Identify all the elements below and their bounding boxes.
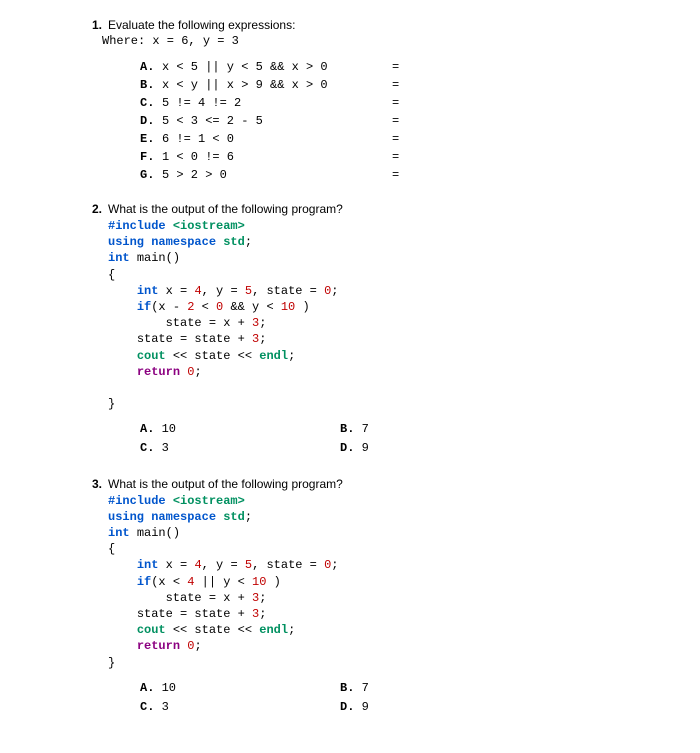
q1-b-eq: = xyxy=(392,76,404,94)
q3-code: #include <iostream> using namespace std;… xyxy=(108,493,660,671)
q3-option-d: D. 9 xyxy=(340,698,540,717)
q3-text: What is the output of the following prog… xyxy=(108,477,660,491)
q1-item-g: G. 5 > 2 > 0 = xyxy=(140,166,660,184)
q1-g-eq: = xyxy=(392,166,404,184)
q1-f-eq: = xyxy=(392,148,404,166)
q1-e-eq: = xyxy=(392,130,404,148)
q1-a-expr: x < 5 || y < 5 && x > 0 xyxy=(162,58,392,76)
question-1: 1. Evaluate the following expressions: W… xyxy=(80,18,660,184)
q2-number: 2. xyxy=(80,202,108,216)
q2-code: #include <iostream> using namespace std;… xyxy=(108,218,660,412)
q1-b-label: B. xyxy=(140,76,162,94)
q2-option-c: C. 3 xyxy=(140,439,340,458)
q1-item-c: C. 5 != 4 != 2 = xyxy=(140,94,660,112)
q1-item-a: A. x < 5 || y < 5 && x > 0 = xyxy=(140,58,660,76)
q1-c-label: C. xyxy=(140,94,162,112)
q1-a-eq: = xyxy=(392,58,404,76)
q1-item-f: F. 1 < 0 != 6 = xyxy=(140,148,660,166)
q1-where: Where: x = 6, y = 3 xyxy=(102,34,660,48)
question-2: 2. What is the output of the following p… xyxy=(80,202,660,459)
q2-options: A. 10 B. 7 C. 3 D. 9 xyxy=(140,420,660,458)
q3-option-a: A. 10 xyxy=(140,679,340,698)
q1-c-eq: = xyxy=(392,94,404,112)
q1-item-b: B. x < y || x > 9 && x > 0 = xyxy=(140,76,660,94)
q2-text: What is the output of the following prog… xyxy=(108,202,660,216)
question-3: 3. What is the output of the following p… xyxy=(80,477,660,717)
q1-b-expr: x < y || x > 9 && x > 0 xyxy=(162,76,392,94)
q2-heading: 2. What is the output of the following p… xyxy=(80,202,660,216)
q1-item-e: E. 6 != 1 < 0 = xyxy=(140,130,660,148)
q3-number: 3. xyxy=(80,477,108,491)
q1-number: 1. xyxy=(80,18,108,32)
q3-options-row1: A. 10 B. 7 xyxy=(140,679,660,698)
q3-options-row2: C. 3 D. 9 xyxy=(140,698,660,717)
q1-f-expr: 1 < 0 != 6 xyxy=(162,148,392,166)
q1-item-d: D. 5 < 3 <= 2 - 5 = xyxy=(140,112,660,130)
q3-option-c: C. 3 xyxy=(140,698,340,717)
q1-d-label: D. xyxy=(140,112,162,130)
q2-option-d: D. 9 xyxy=(340,439,540,458)
q2-options-row1: A. 10 B. 7 xyxy=(140,420,660,439)
q1-f-label: F. xyxy=(140,148,162,166)
q2-option-a: A. 10 xyxy=(140,420,340,439)
page: 1. Evaluate the following expressions: W… xyxy=(0,0,700,753)
q1-g-expr: 5 > 2 > 0 xyxy=(162,166,392,184)
q1-e-expr: 6 != 1 < 0 xyxy=(162,130,392,148)
q1-c-expr: 5 != 4 != 2 xyxy=(162,94,392,112)
q3-option-b: B. 7 xyxy=(340,679,540,698)
q3-heading: 3. What is the output of the following p… xyxy=(80,477,660,491)
q1-e-label: E. xyxy=(140,130,162,148)
q2-option-b: B. 7 xyxy=(340,420,540,439)
q1-text: Evaluate the following expressions: xyxy=(108,18,660,32)
q1-d-expr: 5 < 3 <= 2 - 5 xyxy=(162,112,392,130)
q1-d-eq: = xyxy=(392,112,404,130)
q3-options: A. 10 B. 7 C. 3 D. 9 xyxy=(140,679,660,717)
q1-g-label: G. xyxy=(140,166,162,184)
q1-heading: 1. Evaluate the following expressions: xyxy=(80,18,660,32)
q1-a-label: A. xyxy=(140,58,162,76)
q2-options-row2: C. 3 D. 9 xyxy=(140,439,660,458)
q1-items: A. x < 5 || y < 5 && x > 0 = B. x < y ||… xyxy=(140,58,660,184)
